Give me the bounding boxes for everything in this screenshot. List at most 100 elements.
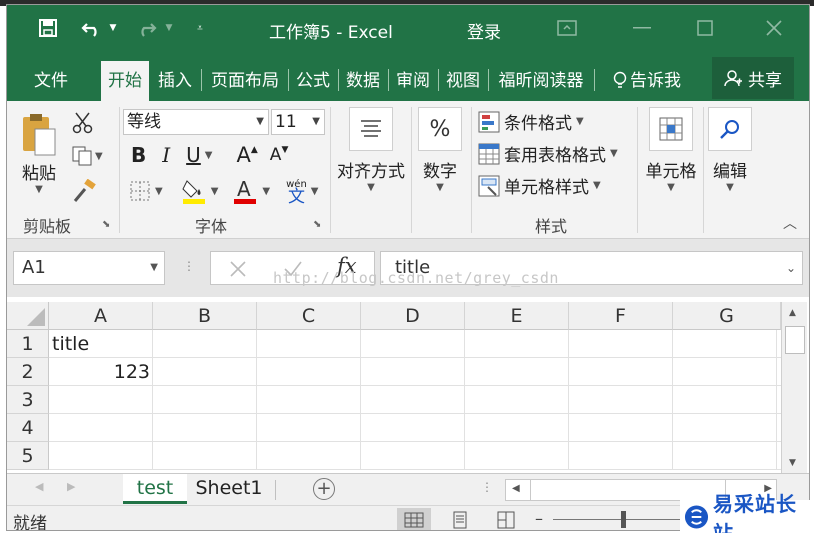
- undo-icon[interactable]: [77, 5, 107, 51]
- ribbon-display-icon[interactable]: [552, 5, 582, 51]
- tab-page-layout[interactable]: 页面布局: [205, 61, 285, 101]
- row-header-4[interactable]: 4: [7, 414, 49, 442]
- cell-grid[interactable]: [49, 330, 781, 470]
- redo-dropdown-icon[interactable]: ▼: [163, 5, 175, 51]
- expand-formula-icon[interactable]: ⌄: [786, 252, 796, 284]
- font-name-dropdown[interactable]: 等线 ▼: [123, 109, 269, 135]
- cut-icon[interactable]: [71, 111, 95, 139]
- tab-foxit[interactable]: 福昕阅读器: [492, 61, 590, 101]
- row-header-3[interactable]: 3: [7, 386, 49, 414]
- sheet-tab-test[interactable]: test: [123, 474, 187, 504]
- page-layout-view-icon[interactable]: [443, 508, 477, 530]
- window-title: 工作簿5 - Excel: [269, 23, 393, 43]
- paste-button[interactable]: 粘贴 ▼: [17, 111, 61, 195]
- font-launcher-icon[interactable]: ⬊: [313, 219, 321, 230]
- column-header-a[interactable]: A: [49, 302, 153, 330]
- underline-button[interactable]: U: [186, 143, 201, 167]
- row-header-1[interactable]: 1: [7, 330, 49, 358]
- cell-a2[interactable]: 123: [49, 358, 153, 386]
- column-header-c[interactable]: C: [257, 302, 361, 330]
- tab-view[interactable]: 视图: [442, 61, 484, 101]
- select-all-corner[interactable]: [7, 302, 49, 330]
- alignment-button[interactable]: 对齐方式 ▼: [333, 107, 409, 193]
- undo-dropdown-icon[interactable]: ▼: [107, 5, 119, 51]
- shrink-font-button[interactable]: A: [270, 145, 282, 165]
- name-box[interactable]: A1 ▼: [13, 251, 165, 285]
- prev-sheet-icon[interactable]: ◀: [35, 480, 43, 493]
- tab-separator: [388, 69, 389, 91]
- normal-view-icon[interactable]: [397, 508, 431, 530]
- tab-data[interactable]: 数据: [342, 61, 384, 101]
- tab-file[interactable]: 文件: [21, 61, 81, 101]
- customize-qat-icon[interactable]: ⩡: [193, 5, 207, 51]
- vertical-scrollbar[interactable]: ▲ ▼: [781, 302, 807, 474]
- name-box-dropdown-icon[interactable]: ▼: [150, 252, 158, 284]
- font-size-dropdown[interactable]: 11 ▼: [271, 109, 325, 135]
- save-icon[interactable]: [33, 5, 63, 51]
- format-as-table-button[interactable]: 套用表格格式 ▼: [478, 141, 618, 166]
- borders-icon[interactable]: [129, 180, 151, 202]
- conditional-format-button[interactable]: 条件格式 ▼: [478, 109, 584, 134]
- tab-home[interactable]: 开始: [101, 61, 149, 101]
- phonetic-dropdown-icon[interactable]: ▼: [311, 186, 319, 197]
- italic-button[interactable]: I: [162, 143, 170, 167]
- tell-me-search[interactable]: 告诉我: [601, 61, 693, 101]
- tab-insert[interactable]: 插入: [155, 61, 195, 101]
- maximize-icon[interactable]: [690, 5, 720, 51]
- copy-icon: [72, 146, 92, 166]
- bold-button[interactable]: B: [131, 143, 146, 167]
- number-format-button[interactable]: % 数字 ▼: [414, 107, 466, 193]
- cell-a1[interactable]: title: [49, 330, 153, 358]
- tab-review[interactable]: 审阅: [392, 61, 434, 101]
- row-header-5[interactable]: 5: [7, 442, 49, 470]
- redo-icon[interactable]: [131, 5, 161, 51]
- column-header-d[interactable]: D: [361, 302, 465, 330]
- format-painter-icon[interactable]: [71, 178, 97, 207]
- column-header-g[interactable]: G: [673, 302, 781, 330]
- scroll-up-icon[interactable]: ▲: [789, 308, 796, 318]
- tab-separator: [201, 69, 202, 91]
- font-color-dropdown-icon[interactable]: ▼: [262, 186, 270, 197]
- vertical-scroll-thumb[interactable]: [785, 326, 805, 354]
- group-separator: [637, 107, 638, 233]
- font-color-icon[interactable]: A: [232, 177, 258, 205]
- sign-in-link[interactable]: 登录: [467, 18, 501, 43]
- sheet-tab-sheet1[interactable]: Sheet1: [191, 474, 267, 504]
- tab-separator: [338, 69, 339, 91]
- next-sheet-icon[interactable]: ▶: [67, 480, 75, 493]
- fill-color-icon[interactable]: [181, 177, 207, 205]
- share-button[interactable]: 共享: [712, 57, 794, 99]
- scroll-down-icon[interactable]: ▼: [789, 458, 796, 468]
- collapse-ribbon-icon[interactable]: ︿: [783, 213, 797, 233]
- page-break-view-icon[interactable]: [489, 508, 523, 530]
- column-header-e[interactable]: E: [465, 302, 569, 330]
- borders-dropdown-icon[interactable]: ▼: [155, 186, 163, 197]
- tab-formulas[interactable]: 公式: [292, 61, 334, 101]
- conditional-format-icon: [478, 111, 500, 132]
- worksheet-grid: A B C D E F G 1 2 3 4 5 title 123 ▲ ▼: [7, 297, 809, 474]
- clipboard-launcher-icon[interactable]: ⬊: [102, 219, 110, 230]
- grow-font-button[interactable]: A: [237, 143, 251, 167]
- zoom-slider-thumb[interactable]: [621, 511, 626, 528]
- cells-button[interactable]: 单元格 ▼: [641, 107, 701, 193]
- fill-color-dropdown-icon[interactable]: ▼: [211, 186, 219, 197]
- scroll-left-icon[interactable]: ◀: [512, 483, 520, 494]
- status-ready: 就绪: [13, 514, 47, 531]
- cell-styles-button[interactable]: 单元格样式 ▼: [478, 173, 601, 198]
- phonetic-button[interactable]: wén 文: [286, 179, 307, 206]
- zoom-out-icon[interactable]: –: [535, 509, 543, 528]
- horizontal-scroll-thumb[interactable]: [530, 480, 726, 500]
- row-header-2[interactable]: 2: [7, 358, 49, 386]
- group-separator: [119, 107, 120, 233]
- close-icon[interactable]: [759, 5, 789, 51]
- underline-dropdown-icon[interactable]: ▼: [205, 150, 213, 161]
- tab-split-grip-icon[interactable]: ⋮: [481, 480, 493, 494]
- cancel-icon[interactable]: [229, 260, 247, 278]
- minimize-icon[interactable]: [627, 5, 657, 51]
- copy-button[interactable]: ▼: [71, 145, 103, 167]
- column-header-b[interactable]: B: [153, 302, 257, 330]
- new-sheet-icon[interactable]: +: [313, 478, 335, 500]
- tab-divider: [275, 480, 276, 500]
- column-header-f[interactable]: F: [569, 302, 673, 330]
- editing-button[interactable]: 编辑 ▼: [706, 107, 754, 193]
